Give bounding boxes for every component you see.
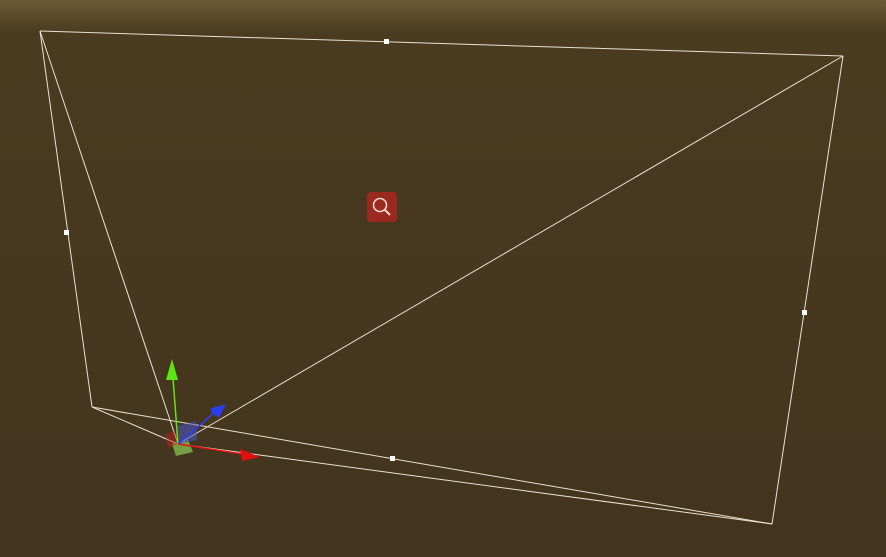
scene-canvas[interactable] xyxy=(0,0,886,557)
scene-background xyxy=(0,0,886,557)
handle-right[interactable] xyxy=(802,310,807,315)
handle-top[interactable] xyxy=(384,39,389,44)
magnifier-icon[interactable] xyxy=(367,192,397,222)
scene-viewport[interactable] xyxy=(0,0,886,557)
handle-bottom[interactable] xyxy=(390,456,395,461)
z-axis-cap xyxy=(211,406,221,416)
handle-left[interactable] xyxy=(64,230,69,235)
magnifier-icon-bg xyxy=(367,192,397,222)
